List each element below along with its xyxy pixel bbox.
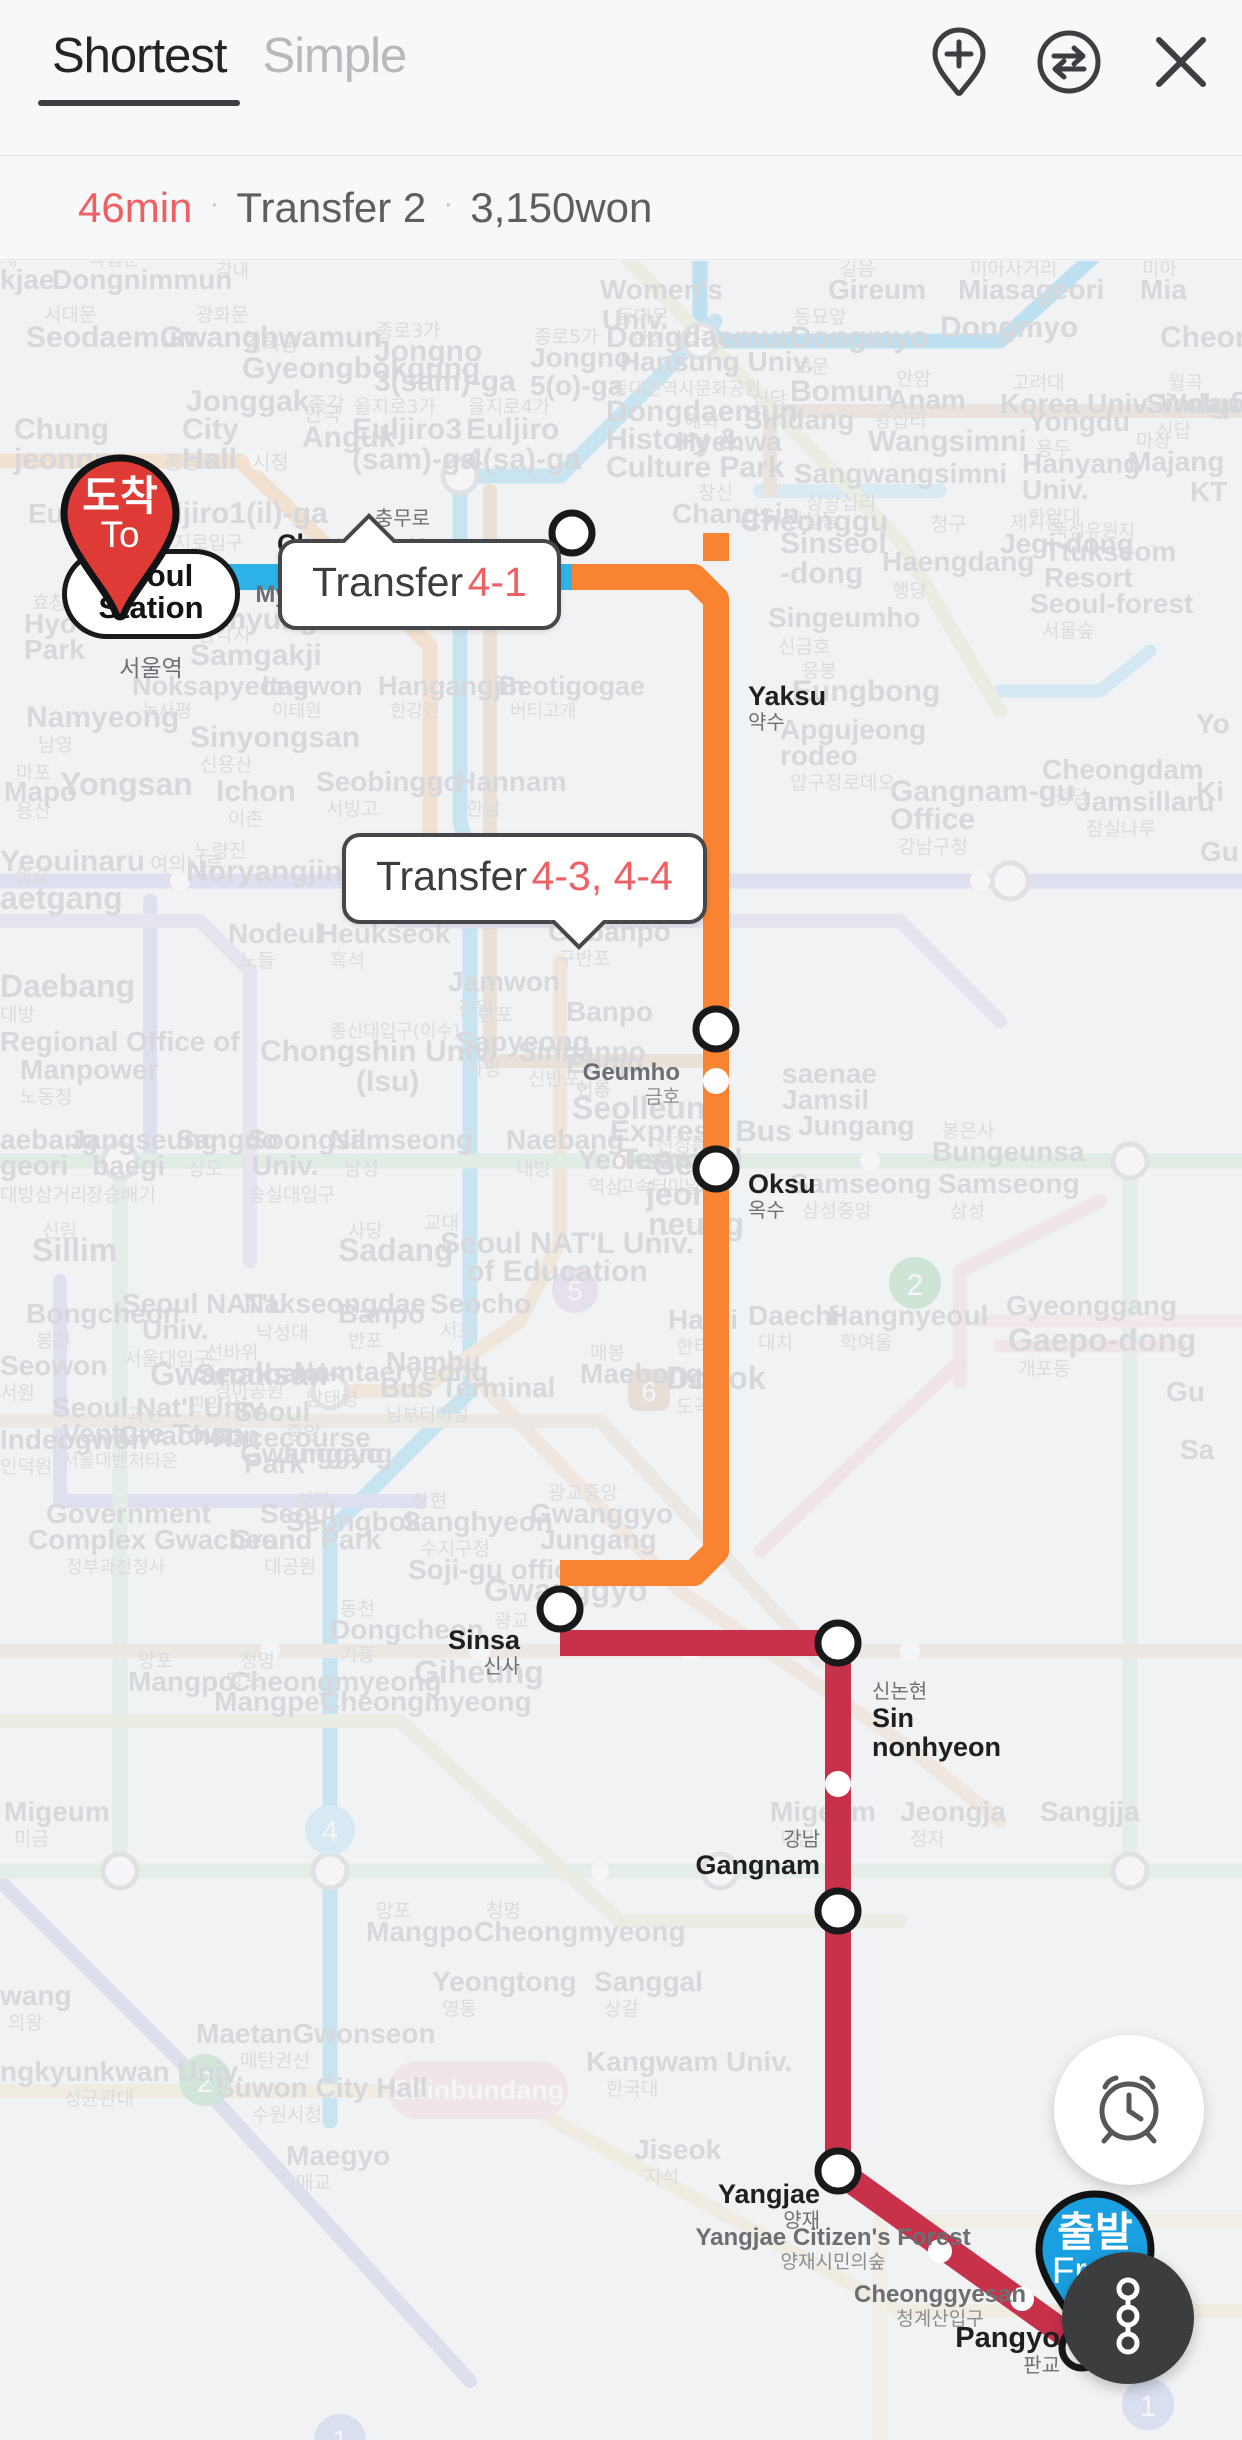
transfer-exits-2: 4-3, 4-4 [531, 853, 673, 899]
app-header: Shortest Simple [0, 0, 1242, 156]
summary-separator-2: · [443, 186, 454, 220]
transfer-label-1: Transfer [312, 559, 464, 605]
route-stops-icon [1099, 2276, 1157, 2361]
transfer-callout-sinsa[interactable]: Transfer 4-3, 4-4 [342, 833, 707, 924]
route-transfer-count: Transfer 2 [236, 183, 427, 231]
summary-separator-1: · [209, 186, 220, 220]
close-icon[interactable] [1148, 29, 1214, 95]
destination-pin-en: To [100, 514, 140, 556]
subway-map-canvas[interactable]: 2 5 2 4 1 1 6 Shinbundang Dongnimmun 독립문… [0, 261, 1242, 2440]
origin-pin-ko: 출발 [1057, 2208, 1133, 2256]
transfer-callout-chungmuro[interactable]: Transfer 4-1 [278, 539, 561, 630]
header-actions [928, 26, 1214, 98]
transfer-label-2: Transfer [376, 853, 528, 899]
route-fare: 3,150won [470, 183, 653, 231]
add-location-pin-icon[interactable] [928, 26, 990, 98]
destination-marker-pin[interactable]: 도착 To [55, 453, 185, 621]
swap-direction-icon[interactable] [1036, 29, 1102, 95]
route-detail-button[interactable] [1062, 2252, 1194, 2384]
alarm-clock-button[interactable] [1054, 2035, 1204, 2185]
route-pass-dot [315, 564, 1034, 2311]
alarm-clock-icon [1086, 2065, 1172, 2156]
destination-station-ko-label: 서울역 [119, 656, 183, 682]
route-summary-bar: 46min · Transfer 2 · 3,150won [0, 156, 1242, 260]
tab-simple[interactable]: Simple [244, 28, 424, 106]
route-station-node [536, 509, 1106, 2372]
tab-shortest[interactable]: Shortest [34, 28, 244, 106]
transfer-exits-1: 4-1 [467, 559, 527, 605]
route-duration: 46min [78, 183, 193, 231]
route-mode-tabs: Shortest Simple [34, 28, 424, 106]
destination-pin-ko: 도착 [82, 472, 158, 520]
